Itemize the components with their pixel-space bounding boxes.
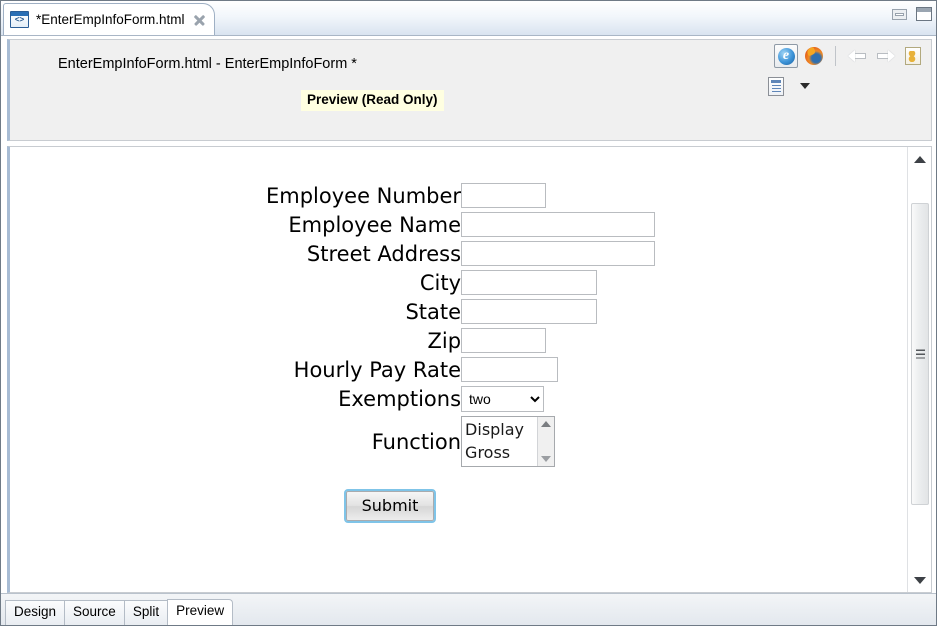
function-listbox-items: Display Gross xyxy=(462,417,537,466)
form-row-employee-name: Employee Name xyxy=(266,210,656,239)
label-zip: Zip xyxy=(427,328,462,353)
function-listbox-scrollbar[interactable] xyxy=(537,417,555,466)
scroll-down-arrow-icon[interactable] xyxy=(541,456,552,462)
list-item[interactable]: Display xyxy=(465,418,537,441)
editor-tab[interactable]: *EnterEmpInfoForm.html xyxy=(3,3,215,35)
form-row-street-address: Street Address xyxy=(266,239,656,268)
caret-down-icon[interactable] xyxy=(800,83,810,89)
form-row-state: State xyxy=(266,297,655,326)
preview-content-area: Employee Number Employee Name Street Add… xyxy=(7,146,932,593)
editor-view-tabs: Design Source Split Preview xyxy=(1,593,936,625)
document-title: EnterEmpInfoForm.html - EnterEmpInfoForm… xyxy=(58,56,357,72)
street-address-input[interactable] xyxy=(461,241,656,266)
tab-source[interactable]: Source xyxy=(64,600,125,625)
view-menu-button[interactable] xyxy=(764,74,788,98)
minimize-button[interactable] xyxy=(892,8,907,20)
close-icon[interactable] xyxy=(192,13,206,27)
maximize-button[interactable] xyxy=(916,7,932,21)
editor-tab-label: *EnterEmpInfoForm.html xyxy=(36,12,185,27)
forward-button[interactable] xyxy=(873,44,897,68)
employee-info-form: Employee Number Employee Name Street Add… xyxy=(266,181,656,469)
ie-globe-icon xyxy=(777,47,795,65)
eclipse-html-editor-window: *EnterEmpInfoForm.html EnterEmpInfoForm.… xyxy=(0,0,937,626)
page-link-icon xyxy=(905,47,921,65)
clipboard-icon xyxy=(768,76,784,96)
label-state: State xyxy=(405,299,462,324)
scroll-thumb-grip-icon xyxy=(916,349,925,359)
employee-name-input[interactable] xyxy=(461,212,656,237)
arrow-right-icon xyxy=(876,49,895,63)
tab-design[interactable]: Design xyxy=(5,600,66,625)
employee-info-form-page: Employee Number Employee Name Street Add… xyxy=(10,147,908,592)
submit-button[interactable]: Submit xyxy=(343,489,437,523)
hourly-pay-rate-input[interactable] xyxy=(461,357,559,382)
toolbar-secondary-group xyxy=(764,74,810,98)
html-file-icon xyxy=(10,11,29,28)
scroll-thumb[interactable] xyxy=(911,203,929,505)
form-row-exemptions: Exemptions two xyxy=(266,384,655,414)
form-row-zip: Zip xyxy=(266,326,655,355)
list-item[interactable]: Gross xyxy=(465,441,537,464)
firefox-icon xyxy=(805,47,823,65)
scroll-down-button[interactable] xyxy=(910,570,930,590)
internet-explorer-preview-button[interactable] xyxy=(774,44,798,68)
preview-tooltip: Preview (Read Only) xyxy=(301,90,444,111)
firefox-preview-button[interactable] xyxy=(802,44,826,68)
submit-row: Submit xyxy=(10,489,770,523)
preview-toolbar-panel: EnterEmpInfoForm.html - EnterEmpInfoForm… xyxy=(7,39,932,141)
label-function: Function xyxy=(371,429,462,454)
tab-split[interactable]: Split xyxy=(123,600,169,625)
label-city: City xyxy=(419,270,462,295)
toolbar-separator xyxy=(835,46,836,66)
toolbar-button-group xyxy=(774,44,925,68)
editor-tab-strip: *EnterEmpInfoForm.html xyxy=(1,1,936,36)
label-exemptions: Exemptions xyxy=(338,387,462,411)
form-row-function: Function Display Gross xyxy=(266,414,655,469)
city-input[interactable] xyxy=(461,270,598,295)
form-row-hourly-pay-rate: Hourly Pay Rate xyxy=(266,355,655,384)
form-row-city: City xyxy=(266,268,655,297)
page-link-button[interactable] xyxy=(901,44,925,68)
label-employee-number: Employee Number xyxy=(266,183,462,208)
back-button[interactable] xyxy=(845,44,869,68)
scroll-up-button[interactable] xyxy=(910,149,930,169)
label-street-address: Street Address xyxy=(306,241,462,266)
window-controls xyxy=(892,7,932,21)
zip-input[interactable] xyxy=(461,328,547,353)
employee-number-input[interactable] xyxy=(461,183,547,208)
scroll-down-arrow-icon xyxy=(914,576,926,584)
form-row-employee-number: Employee Number xyxy=(266,181,655,210)
label-hourly-pay-rate: Hourly Pay Rate xyxy=(293,357,462,382)
scroll-up-arrow-icon[interactable] xyxy=(541,421,552,427)
preview-vertical-scrollbar[interactable] xyxy=(907,147,931,592)
function-listbox[interactable]: Display Gross xyxy=(461,416,556,467)
exemptions-select[interactable]: two xyxy=(461,386,545,412)
state-input[interactable] xyxy=(461,299,598,324)
tab-preview[interactable]: Preview xyxy=(167,599,234,625)
scroll-up-arrow-icon xyxy=(914,155,926,163)
label-employee-name: Employee Name xyxy=(288,212,462,237)
arrow-left-icon xyxy=(847,49,867,63)
